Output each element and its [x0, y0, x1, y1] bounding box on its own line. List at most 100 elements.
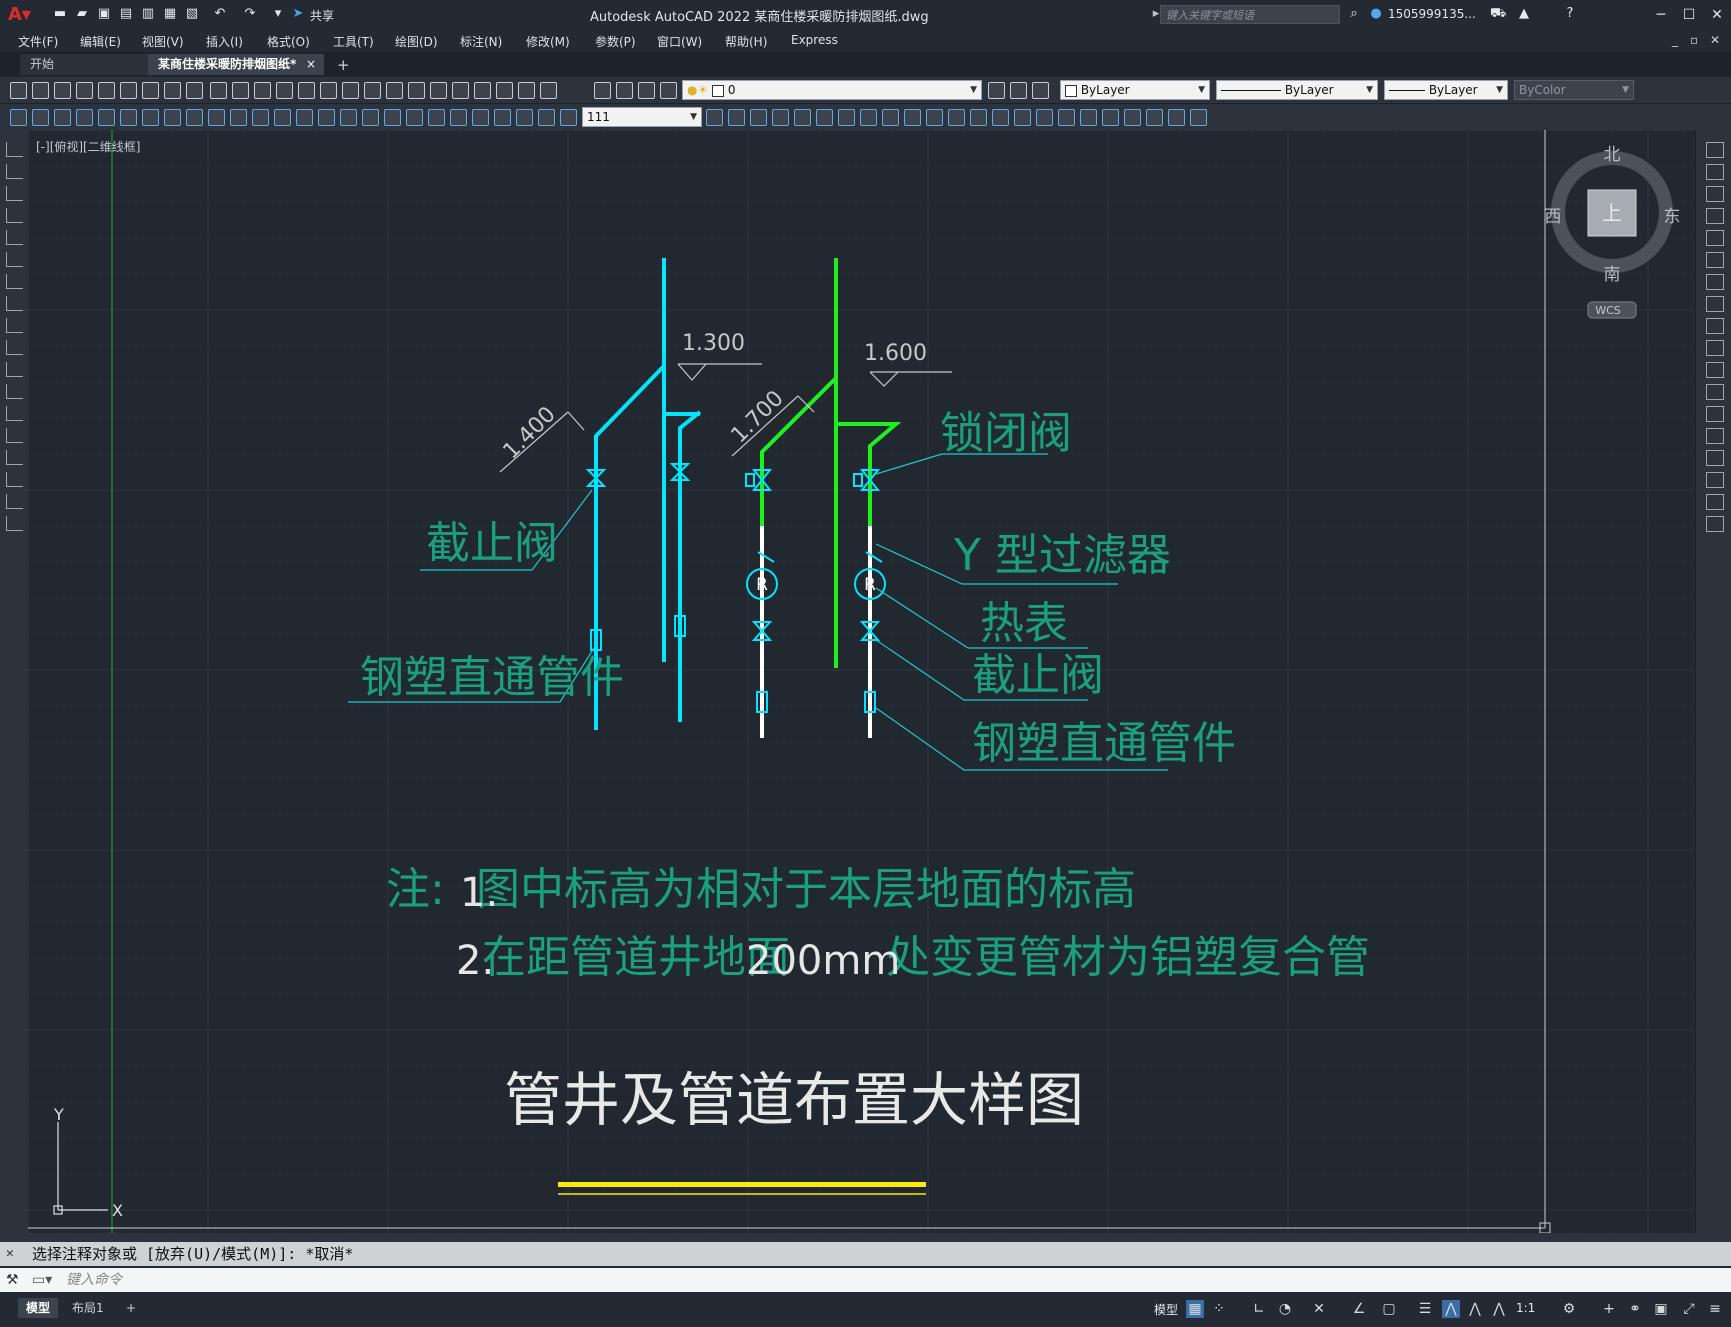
standard-tool-icon[interactable]: [452, 82, 469, 99]
lineweight-icon[interactable]: ☰: [1416, 1300, 1434, 1318]
hardware-accel-icon[interactable]: ▣: [1652, 1300, 1670, 1318]
user-icon[interactable]: ●: [1368, 7, 1384, 21]
modify-tool-icon[interactable]: [1706, 362, 1724, 378]
dimstyle-combo[interactable]: 111 ▼: [582, 107, 702, 127]
menu-window[interactable]: 窗口(W): [657, 33, 702, 50]
compass-north[interactable]: 北: [1604, 145, 1621, 165]
standard-tool-icon[interactable]: [54, 82, 71, 99]
help-icon[interactable]: ?: [1562, 7, 1578, 21]
modify-tool-icon[interactable]: [1706, 340, 1724, 356]
menu-format[interactable]: 格式(O): [267, 33, 310, 50]
add-layout-button[interactable]: +: [118, 1298, 144, 1318]
dimension-tool-icon[interactable]: [296, 109, 313, 126]
standard-tool-icon[interactable]: [386, 82, 403, 99]
close-button[interactable]: ✕: [1706, 5, 1728, 25]
draw-tool-icon[interactable]: [6, 318, 23, 333]
dimension-tool-icon[interactable]: [208, 109, 225, 126]
dimension-tool-icon[interactable]: [10, 109, 27, 126]
dimension-tool-icon[interactable]: [472, 109, 489, 126]
dimension-tool-icon[interactable]: [970, 109, 987, 126]
plot-icon[interactable]: ▧: [184, 7, 200, 21]
standard-tool-icon[interactable]: [186, 82, 203, 99]
draw-tool-icon[interactable]: [6, 362, 23, 377]
dimension-tool-icon[interactable]: [838, 109, 855, 126]
cart-icon[interactable]: ⛟: [1490, 7, 1506, 21]
standard-tool-icon[interactable]: [32, 82, 49, 99]
standard-tool-icon[interactable]: [10, 82, 27, 99]
dimension-tool-icon[interactable]: [728, 109, 745, 126]
redo-icon[interactable]: ↷: [242, 7, 258, 21]
recent-commands-icon[interactable]: ▭▾: [32, 1268, 52, 1292]
compass-west[interactable]: 西: [1545, 207, 1562, 227]
modify-tool-icon[interactable]: [1706, 428, 1724, 444]
command-input[interactable]: ⚒ ▭▾ 键入命令: [0, 1268, 1731, 1292]
polar-icon[interactable]: ◔: [1276, 1300, 1294, 1318]
tab-document[interactable]: 某商住楼采暖防排烟图纸* ×: [148, 54, 324, 75]
save-web-icon[interactable]: ▦: [162, 7, 178, 21]
menu-draw[interactable]: 绘图(D): [395, 33, 438, 50]
plotstyle-combo[interactable]: ByColor ▼: [1514, 80, 1634, 100]
viewport-controls[interactable]: [-][俯视][二维线框]: [36, 138, 140, 155]
tab-close-icon[interactable]: ×: [306, 54, 316, 75]
modify-tool-icon[interactable]: [1706, 516, 1724, 532]
annotation-monitor-icon[interactable]: +: [1600, 1300, 1618, 1318]
isodraft-icon[interactable]: ✕: [1310, 1300, 1328, 1318]
modify-tool-icon[interactable]: [1706, 230, 1724, 246]
dimension-tool-icon[interactable]: [560, 109, 577, 126]
drawing-canvas[interactable]: R R 1.300 1.600 1.400 1.700 截止阀 钢塑直通管件 锁…: [28, 130, 1695, 1233]
dimension-tool-icon[interactable]: [1014, 109, 1031, 126]
dimension-tool-icon[interactable]: [1168, 109, 1185, 126]
dimension-tool-icon[interactable]: [1036, 109, 1053, 126]
search-icon[interactable]: ⌕: [1346, 7, 1362, 21]
open-web-icon[interactable]: ▥: [140, 7, 156, 21]
search-input[interactable]: 键入关键字或短语: [1160, 5, 1340, 24]
maximize-button[interactable]: ☐: [1678, 5, 1700, 25]
dimension-tool-icon[interactable]: [406, 109, 423, 126]
standard-tool-icon[interactable]: [660, 82, 677, 99]
menu-file[interactable]: 文件(F): [18, 33, 58, 50]
share-icon[interactable]: ➤: [290, 7, 306, 21]
dimension-tool-icon[interactable]: [706, 109, 723, 126]
dimension-tool-icon[interactable]: [32, 109, 49, 126]
standard-tool-icon[interactable]: [408, 82, 425, 99]
dimension-tool-icon[interactable]: [494, 109, 511, 126]
standard-tool-icon[interactable]: [1032, 82, 1049, 99]
dimension-tool-icon[interactable]: [882, 109, 899, 126]
dimension-tool-icon[interactable]: [142, 109, 159, 126]
modify-tool-icon[interactable]: [1706, 296, 1724, 312]
dimension-tool-icon[interactable]: [54, 109, 71, 126]
dimension-tool-icon[interactable]: [538, 109, 555, 126]
modify-tool-icon[interactable]: [1706, 208, 1724, 224]
standard-tool-icon[interactable]: [298, 82, 315, 99]
standard-tool-icon[interactable]: [430, 82, 447, 99]
lineweight-combo[interactable]: ByLayer ▼: [1384, 80, 1508, 100]
draw-tool-icon[interactable]: [6, 472, 23, 487]
dimension-tool-icon[interactable]: [860, 109, 877, 126]
standard-tool-icon[interactable]: [474, 82, 491, 99]
menu-edit[interactable]: 编辑(E): [80, 33, 121, 50]
standard-tool-icon[interactable]: [616, 82, 633, 99]
dimension-tool-icon[interactable]: [318, 109, 335, 126]
dimension-tool-icon[interactable]: [816, 109, 833, 126]
standard-tool-icon[interactable]: [988, 82, 1005, 99]
compass-south[interactable]: 南: [1604, 265, 1621, 285]
menu-help[interactable]: 帮助(H): [725, 33, 767, 50]
grid-icon[interactable]: ▦: [1186, 1300, 1204, 1318]
auto-scale-icon[interactable]: ⋀: [1466, 1300, 1484, 1318]
dimension-tool-icon[interactable]: [450, 109, 467, 126]
dimension-tool-icon[interactable]: [794, 109, 811, 126]
draw-tool-icon[interactable]: [6, 208, 23, 223]
standard-tool-icon[interactable]: [320, 82, 337, 99]
dimension-tool-icon[interactable]: [772, 109, 789, 126]
autocad-logo-icon[interactable]: A▾: [8, 4, 31, 25]
close-command-icon[interactable]: ✕: [6, 1242, 14, 1266]
dimension-tool-icon[interactable]: [948, 109, 965, 126]
dimension-tool-icon[interactable]: [992, 109, 1009, 126]
standard-tool-icon[interactable]: [638, 82, 655, 99]
standard-tool-icon[interactable]: [76, 82, 93, 99]
standard-tool-icon[interactable]: [496, 82, 513, 99]
standard-tool-icon[interactable]: [254, 82, 271, 99]
draw-tool-icon[interactable]: [6, 516, 23, 531]
dimension-tool-icon[interactable]: [1058, 109, 1075, 126]
customize-wrench-icon[interactable]: ⚒: [6, 1268, 19, 1292]
